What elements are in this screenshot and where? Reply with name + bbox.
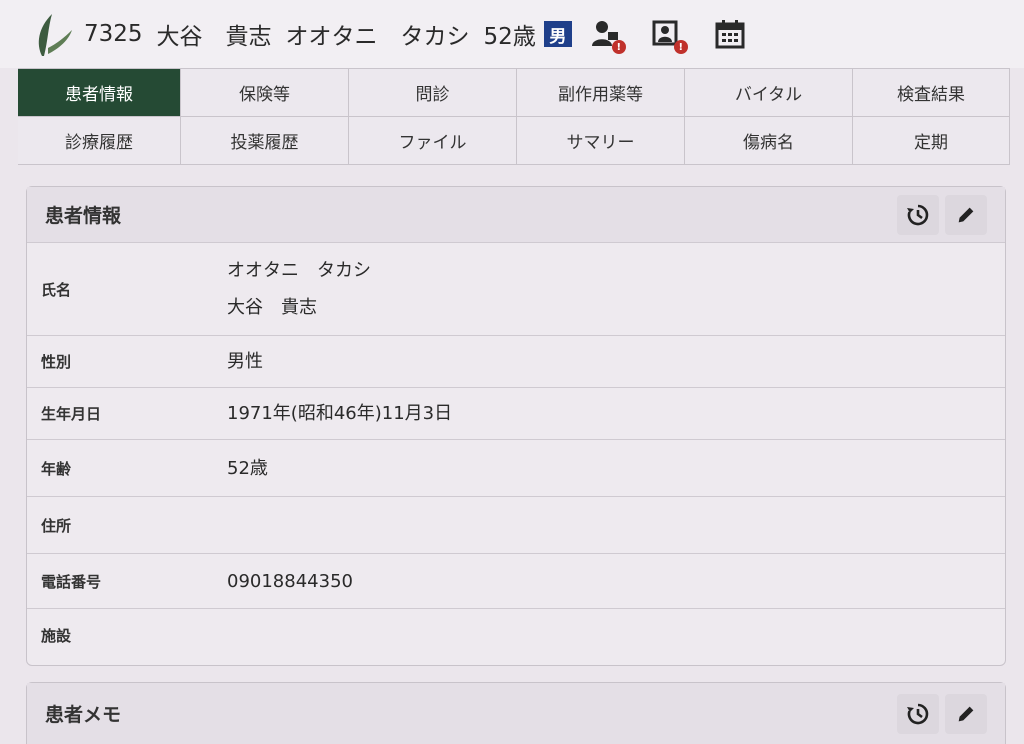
value-birthdate: 1971年(昭和46年)11月3日 [227, 403, 453, 424]
tab-medication-history[interactable]: 投薬履歴 [181, 117, 349, 165]
label-facility: 施設 [41, 626, 72, 645]
label-gender: 性別 [41, 353, 72, 371]
value-name-kanji: 大谷 貴志 [227, 297, 317, 318]
edit-button[interactable] [945, 693, 987, 734]
value-name: オオタニ タカシ 大谷 貴志 [227, 252, 371, 326]
history-icon [907, 703, 929, 724]
label-birthdate: 生年月日 [41, 405, 102, 423]
row-gender: 性別 男性 [27, 336, 1005, 388]
tab-summary[interactable]: サマリー [517, 117, 685, 165]
patient-name-kana: オオタニ タカシ [285, 24, 470, 50]
row-address: 住所 [27, 497, 1005, 554]
leaf-logo-icon [38, 14, 72, 56]
tab-grid: 患者情報 保険等 問診 副作用薬等 バイタル 検査結果 診療履歴 投薬履歴 ファ… [18, 68, 1010, 165]
alert-badge: ! [673, 40, 688, 54]
tab-diagnoses[interactable]: 傷病名 [685, 117, 853, 165]
patient-summary: 7325 大谷 貴志 オオタニ タカシ 52歳 男 [84, 17, 590, 51]
user-alert-icon[interactable]: ! [590, 18, 626, 54]
patient-memo-panel: 患者メモ [26, 682, 1006, 744]
value-age: 52歳 [227, 457, 268, 479]
tab-questionnaire[interactable]: 問診 [349, 69, 517, 117]
value-name-kana: オオタニ タカシ [227, 260, 371, 281]
tab-medical-history[interactable]: 診療履歴 [18, 117, 181, 165]
tab-files[interactable]: ファイル [349, 117, 517, 165]
label-name: 氏名 [41, 280, 72, 299]
user-card-alert-icon[interactable]: ! [652, 18, 688, 54]
tab-side-effects[interactable]: 副作用薬等 [517, 69, 685, 117]
panel-title: 患者メモ [45, 704, 122, 726]
patient-id: 7325 [84, 21, 143, 47]
tab-test-results[interactable]: 検査結果 [853, 69, 1010, 117]
label-address: 住所 [41, 516, 72, 535]
panel-header: 患者メモ [27, 683, 1005, 744]
label-age: 年齢 [41, 459, 72, 478]
tab-patient-info[interactable]: 患者情報 [18, 69, 181, 117]
row-facility: 施設 [27, 609, 1005, 661]
edit-button[interactable] [945, 194, 987, 235]
tab-insurance[interactable]: 保険等 [181, 69, 349, 117]
panel-title: 患者情報 [45, 205, 122, 227]
row-phone: 電話番号 09018844350 [27, 554, 1005, 609]
row-name: 氏名 オオタニ タカシ 大谷 貴志 [27, 243, 1005, 336]
row-birthdate: 生年月日 1971年(昭和46年)11月3日 [27, 388, 1005, 440]
value-gender: 男性 [227, 351, 263, 372]
calendar-icon[interactable] [714, 18, 746, 50]
pencil-icon [958, 207, 974, 222]
gender-badge: 男 [543, 21, 572, 47]
pencil-icon [958, 706, 974, 721]
panel-header: 患者情報 [27, 187, 1005, 243]
alert-badge: ! [611, 40, 626, 54]
history-icon [907, 204, 929, 225]
tab-regular[interactable]: 定期 [853, 117, 1010, 165]
label-phone: 電話番号 [41, 572, 102, 591]
patient-age: 52歳 [483, 24, 536, 50]
history-button[interactable] [897, 693, 939, 734]
history-button[interactable] [897, 194, 939, 235]
app-header: 7325 大谷 貴志 オオタニ タカシ 52歳 男 ! ! [0, 0, 1024, 68]
patient-name-kanji: 大谷 貴志 [156, 24, 272, 50]
value-phone: 09018844350 [227, 570, 353, 592]
row-age: 年齢 52歳 [27, 440, 1005, 497]
tab-vitals[interactable]: バイタル [685, 69, 853, 117]
patient-info-panel: 患者情報 氏名 オオタニ タカシ 大谷 貴志 性別 男性 生年月日 1971年(… [26, 186, 1006, 666]
